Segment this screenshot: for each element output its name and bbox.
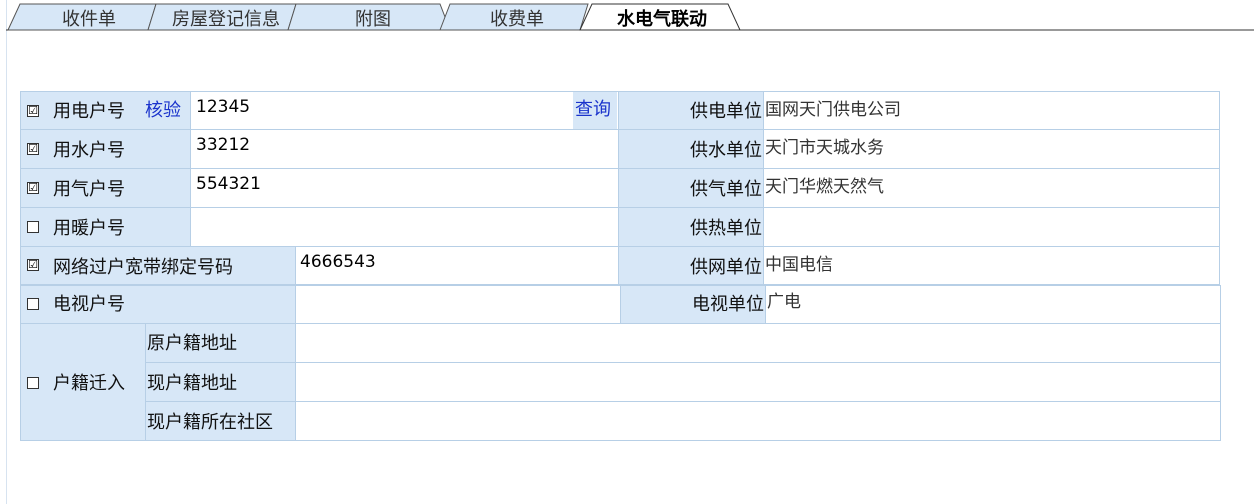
- electric-account-field[interactable]: 12345: [190, 91, 619, 130]
- water-unit-field[interactable]: 天门市天城水务: [763, 129, 1220, 169]
- tab-utility-linkage[interactable]: 水电气联动: [596, 5, 728, 30]
- gas-account-field[interactable]: 554321: [190, 168, 619, 208]
- network-label-cell: ☑ 网络过户宽带绑定号码: [20, 246, 296, 285]
- community-label-cell: 现户籍所在社区: [145, 401, 296, 441]
- network-unit-value: 中国电信: [765, 255, 833, 275]
- tv-unit-label: 电视单位: [692, 294, 764, 315]
- network-account-label: 网络过户宽带绑定号码: [53, 257, 233, 278]
- network-checkbox[interactable]: ☑: [27, 259, 39, 271]
- query-link[interactable]: 查询: [575, 99, 611, 121]
- electric-unit-label-cell: 供电单位: [618, 91, 764, 130]
- heating-unit-field[interactable]: [763, 207, 1220, 247]
- network-unit-label: 供网单位: [690, 257, 762, 278]
- electric-account-value: 12345: [196, 97, 251, 117]
- electric-unit-field[interactable]: 国网天门供电公司: [763, 91, 1220, 130]
- water-checkbox[interactable]: ☑: [27, 143, 39, 155]
- gas-checkbox[interactable]: ☑: [27, 182, 39, 194]
- gas-unit-value: 天门华燃天然气: [765, 177, 884, 197]
- water-label-cell: ☑ 用水户号: [20, 129, 191, 169]
- electric-checkbox[interactable]: ☑: [27, 105, 39, 117]
- gas-unit-field[interactable]: 天门华燃天然气: [763, 168, 1220, 208]
- water-unit-value: 天门市天城水务: [765, 138, 884, 158]
- water-account-label: 用水户号: [53, 140, 125, 161]
- tv-label-cell: 电视户号: [20, 285, 296, 324]
- tv-unit-field[interactable]: 广电: [765, 285, 1221, 324]
- gas-account-label: 用气户号: [53, 179, 125, 200]
- network-unit-label-cell: 供网单位: [618, 246, 764, 285]
- current-community-label: 现户籍所在社区: [147, 412, 273, 433]
- orig-address-field[interactable]: [295, 323, 1221, 363]
- electric-unit-label: 供电单位: [690, 101, 762, 122]
- network-account-value: 4666543: [300, 252, 376, 272]
- gas-account-value: 554321: [196, 174, 261, 194]
- heating-account-field[interactable]: [190, 207, 619, 247]
- water-unit-label-cell: 供水单位: [618, 129, 764, 169]
- gas-label-cell: ☑ 用气户号: [20, 168, 191, 208]
- heating-unit-label: 供热单位: [690, 218, 762, 239]
- orig-address-label-cell: 原户籍地址: [145, 323, 296, 363]
- gas-unit-label: 供气单位: [690, 179, 762, 200]
- heating-label-cell: 用暖户号: [20, 207, 191, 247]
- tv-account-field[interactable]: [295, 285, 621, 324]
- orig-address-label: 原户籍地址: [147, 333, 237, 354]
- network-account-field[interactable]: 4666543: [295, 246, 619, 285]
- network-unit-field[interactable]: 中国电信: [763, 246, 1220, 285]
- water-account-field[interactable]: 33212: [190, 129, 619, 169]
- heating-account-label: 用暖户号: [53, 218, 125, 239]
- tv-unit-value: 广电: [767, 292, 801, 312]
- household-checkbox[interactable]: [27, 377, 39, 389]
- community-field[interactable]: [295, 401, 1221, 441]
- tab-house-registration[interactable]: 房屋登记信息: [160, 5, 292, 30]
- water-unit-label: 供水单位: [690, 140, 762, 161]
- electric-account-label: 用电户号: [53, 101, 125, 122]
- household-transfer-label: 户籍迁入: [53, 373, 125, 394]
- left-frame-edge: [0, 0, 7, 504]
- heating-unit-label-cell: 供热单位: [618, 207, 764, 247]
- heating-checkbox[interactable]: [27, 221, 39, 233]
- tv-checkbox[interactable]: [27, 298, 39, 310]
- current-address-label-cell: 现户籍地址: [145, 362, 296, 402]
- tab-attachment[interactable]: 附图: [300, 5, 446, 30]
- tab-bar: 收件单 房屋登记信息 附图 收费单 水电气联动: [0, 0, 1254, 31]
- tab-fee[interactable]: 收费单: [452, 5, 582, 30]
- verify-link[interactable]: 核验: [145, 100, 181, 122]
- gas-unit-label-cell: 供气单位: [618, 168, 764, 208]
- tv-account-label: 电视户号: [53, 294, 125, 315]
- household-label-cell: 户籍迁入: [20, 323, 146, 441]
- current-address-field[interactable]: [295, 362, 1221, 402]
- query-button-bg: 查询: [573, 92, 617, 129]
- tab-receipt[interactable]: 收件单: [30, 5, 148, 30]
- electric-label-cell: ☑ 用电户号 核验: [20, 91, 191, 130]
- water-account-value: 33212: [196, 135, 251, 155]
- tv-unit-label-cell: 电视单位: [620, 285, 766, 324]
- electric-unit-value: 国网天门供电公司: [765, 100, 901, 120]
- current-address-label: 现户籍地址: [147, 373, 237, 394]
